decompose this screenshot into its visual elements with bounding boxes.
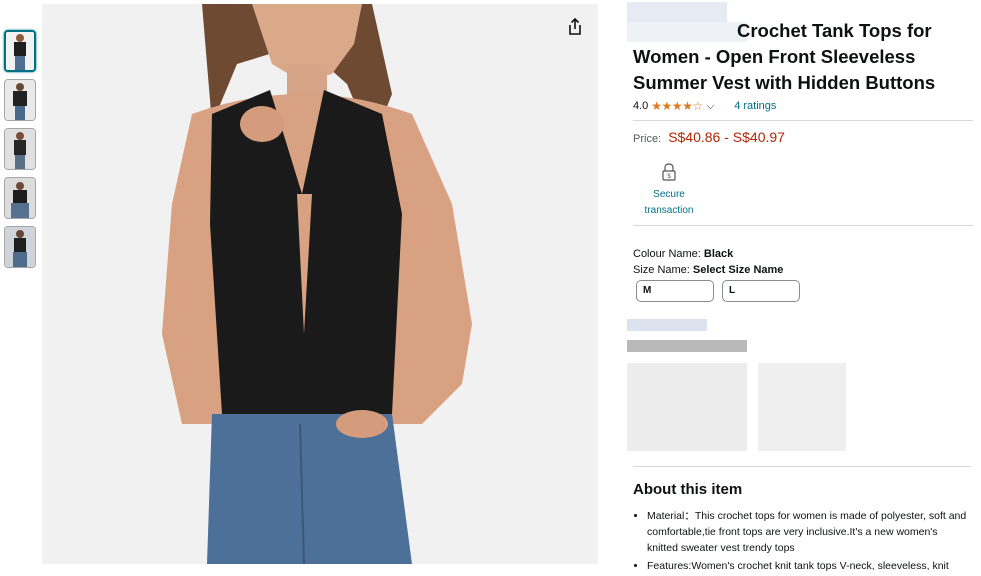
about-bullet-2: Features:Women's crochet knit tank tops … xyxy=(647,558,971,574)
about-bullets: Material：This crochet tops for women is … xyxy=(633,508,971,574)
about-bullet-1: Material：This crochet tops for women is … xyxy=(647,508,971,556)
price-value: S$40.86 - S$40.97 xyxy=(668,129,785,145)
price-label: Price: xyxy=(633,133,662,145)
rating-value: 4.0 xyxy=(633,100,649,112)
thumbnail-2[interactable] xyxy=(4,79,36,121)
blurred-image-1 xyxy=(627,363,747,451)
product-title: Crochet Tank Tops for Women - Open Front… xyxy=(633,20,936,93)
blurred-label-2 xyxy=(627,340,747,352)
lock-icon: $ xyxy=(662,163,676,181)
product-details: Crochet Tank Tops for Women - Open Front… xyxy=(627,2,973,302)
rating-row: 4.0 ★★★★☆ ⌵ 4 ratings xyxy=(633,98,973,114)
main-product-image[interactable] xyxy=(42,4,598,564)
secure-line1: Secure xyxy=(653,189,685,200)
divider xyxy=(633,466,971,467)
blurred-image-2 xyxy=(758,363,846,451)
colour-row: Colour Name: Black xyxy=(633,248,973,260)
size-label: Size Name: xyxy=(633,264,690,276)
colour-value: Black xyxy=(703,248,734,260)
size-option-l[interactable]: L xyxy=(722,280,800,302)
size-value: Select Size Name xyxy=(692,264,784,276)
divider xyxy=(633,225,973,226)
about-section: About this item Material：This crochet to… xyxy=(633,466,971,576)
product-photo xyxy=(42,4,598,564)
thumbnail-1[interactable] xyxy=(4,30,36,72)
thumbnail-4[interactable] xyxy=(4,177,36,219)
size-option-m[interactable]: M xyxy=(636,280,714,302)
divider xyxy=(633,120,973,121)
blurred-label-1 xyxy=(627,319,707,331)
thumbnail-5[interactable] xyxy=(4,226,36,268)
chevron-down-icon[interactable]: ⌵ xyxy=(707,101,715,112)
thumbnail-3[interactable] xyxy=(4,128,36,170)
secure-line2: transaction xyxy=(644,205,694,216)
size-row: Size Name: Select Size Name xyxy=(633,264,973,276)
price-row: Price: S$40.86 - S$40.97 xyxy=(633,129,973,145)
share-icon[interactable] xyxy=(564,16,586,38)
ratings-link[interactable]: 4 ratings xyxy=(734,100,776,112)
secure-transaction[interactable]: $ Secure transaction xyxy=(633,163,705,219)
star-rating-icon[interactable]: ★★★★☆ xyxy=(651,99,703,113)
about-heading: About this item xyxy=(633,481,743,498)
thumbnail-strip xyxy=(4,30,38,275)
size-options: M L xyxy=(636,280,973,302)
colour-label: Colour Name: xyxy=(633,248,701,260)
